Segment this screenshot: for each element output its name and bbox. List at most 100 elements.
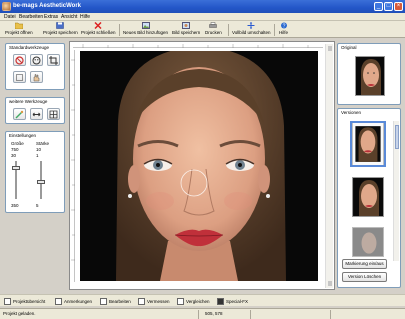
- canvas-vertical-scrollbar[interactable]: [325, 44, 333, 288]
- minimize-button[interactable]: _: [374, 2, 383, 11]
- tab-project-overview[interactable]: Projektübersicht: [4, 297, 45, 306]
- strength-value: 1: [36, 153, 39, 158]
- version-thumbnail-3[interactable]: [352, 227, 384, 257]
- tab-notes[interactable]: Anmerkungen: [55, 297, 92, 306]
- save-project-button[interactable]: Projekt speichern: [43, 22, 78, 37]
- strength-slider-thumb[interactable]: [37, 180, 45, 184]
- standard-tools-panel: Standardwerkzeuge: [5, 43, 65, 90]
- portrait-image: [80, 51, 318, 281]
- fullscreen-button[interactable]: Vollbild umschalten: [232, 22, 271, 37]
- title-bar: be-mags AestheticWork _ □ ×: [0, 0, 405, 13]
- toolbar-separator: [274, 24, 275, 36]
- version-2-image: [354, 178, 383, 216]
- status-divider: [198, 310, 199, 319]
- tab-measure[interactable]: Vermessen: [138, 297, 170, 306]
- status-bar: Projekt geladen. 505, 578: [0, 308, 405, 319]
- hand-icon: [33, 73, 40, 81]
- folder-open-icon: [14, 22, 23, 29]
- restore-icon: [15, 55, 24, 65]
- size-slider-thumb[interactable]: [12, 166, 20, 170]
- add-image-button[interactable]: Neues Bild hinzufügen: [123, 22, 168, 37]
- original-panel: Original: [337, 43, 401, 105]
- status-message: Projekt geladen.: [3, 311, 36, 316]
- settings-panel: Einstellungen Größe Stärke 750 10 30 1 3…: [5, 131, 65, 213]
- app-icon: [2, 2, 11, 11]
- tool-move[interactable]: [30, 71, 43, 83]
- measure-icon: [138, 298, 145, 305]
- crop-icon: [49, 55, 58, 65]
- print-button[interactable]: Drucken: [205, 22, 222, 37]
- special-fx-icon: [217, 298, 224, 305]
- menu-bearbeiten[interactable]: Bearbeiten: [19, 14, 43, 20]
- tab-edit[interactable]: Bearbeiten: [100, 297, 131, 306]
- help-icon: ?: [280, 22, 287, 29]
- menu-hilfe[interactable]: Hilfe: [80, 14, 90, 20]
- tool-transform[interactable]: [13, 71, 26, 83]
- toolbar: Projekt öffnen Projekt speichern Projekt…: [0, 21, 405, 38]
- module-tab-bar: Projektübersicht Anmerkungen Bearbeiten …: [0, 294, 405, 306]
- tool-grid[interactable]: [47, 108, 60, 120]
- tool-stretch[interactable]: [30, 108, 43, 120]
- version-thumbnail-2[interactable]: [352, 177, 384, 217]
- menu-ansicht[interactable]: Ansicht: [61, 14, 77, 20]
- printer-icon: [209, 22, 218, 28]
- version-thumbnail-1[interactable]: [350, 121, 386, 167]
- original-title: Original: [340, 45, 358, 50]
- window-title: be-mags AestheticWork: [13, 3, 82, 9]
- overview-icon: [4, 298, 11, 305]
- version-3-image: [353, 228, 383, 256]
- tool-crop[interactable]: [47, 54, 60, 66]
- status-divider: [330, 310, 331, 319]
- original-thumbnail[interactable]: [355, 56, 385, 96]
- close-window-button[interactable]: ×: [394, 2, 403, 11]
- strength-min: 5: [36, 203, 39, 208]
- notes-icon: [55, 298, 62, 305]
- ruler-left: [71, 50, 75, 282]
- more-tools-panel: weitere Werkzeuge: [5, 97, 65, 124]
- size-max: 750: [11, 147, 19, 152]
- status-coordinates: 505, 578: [205, 311, 223, 316]
- size-label: Größe: [11, 141, 24, 146]
- toolbar-separator: [228, 24, 229, 36]
- versions-scrollbar[interactable]: [393, 121, 399, 261]
- strength-max: 10: [36, 147, 42, 152]
- help-button[interactable]: ? Hilfe: [279, 22, 288, 37]
- status-divider: [250, 310, 251, 319]
- scroll-down-arrow[interactable]: [328, 281, 332, 286]
- face-select-icon: [32, 56, 41, 64]
- portrait-photo[interactable]: [80, 51, 318, 281]
- strength-label: Stärke: [36, 141, 50, 146]
- save-icon: [56, 22, 65, 29]
- tool-face-select[interactable]: [30, 54, 43, 66]
- tool-smooth[interactable]: [13, 108, 26, 120]
- maximize-button[interactable]: □: [384, 2, 393, 11]
- scroll-up-arrow[interactable]: [328, 46, 332, 51]
- close-project-button[interactable]: Projekt schließen: [81, 22, 116, 37]
- toolbar-separator: [119, 24, 120, 36]
- save-image-icon: [182, 22, 191, 29]
- transform-icon: [16, 73, 23, 81]
- standard-tools-title: Standardwerkzeuge: [8, 45, 51, 50]
- compare-icon: [177, 298, 184, 305]
- delete-version-button[interactable]: Version Löschen: [342, 272, 387, 282]
- version-1-image: [352, 123, 384, 165]
- open-project-button[interactable]: Projekt öffnen: [5, 22, 33, 37]
- add-image-icon: [141, 22, 150, 29]
- toggle-marking-button[interactable]: Markierung ein/aus: [342, 259, 387, 269]
- close-red-icon: [94, 22, 102, 29]
- versions-scroll-thumb[interactable]: [395, 125, 399, 149]
- tab-compare[interactable]: Vergleichen: [177, 297, 210, 306]
- menu-bar: Datei Bearbeiten Extras Ansicht Hilfe: [0, 13, 405, 21]
- grid-icon: [49, 110, 58, 118]
- save-image-button[interactable]: Bild speichern: [172, 22, 200, 37]
- original-thumbnail-image: [356, 57, 384, 95]
- versions-title: Versionen: [340, 110, 363, 115]
- tool-restore[interactable]: [13, 54, 26, 66]
- tab-special-fx[interactable]: Special-FX: [217, 297, 248, 306]
- menu-datei[interactable]: Datei: [4, 14, 16, 20]
- menu-extras[interactable]: Extras: [44, 14, 58, 20]
- edit-icon: [100, 298, 107, 305]
- smooth-icon: [15, 110, 24, 118]
- size-value: 30: [11, 153, 17, 158]
- more-tools-title: weitere Werkzeuge: [8, 99, 49, 104]
